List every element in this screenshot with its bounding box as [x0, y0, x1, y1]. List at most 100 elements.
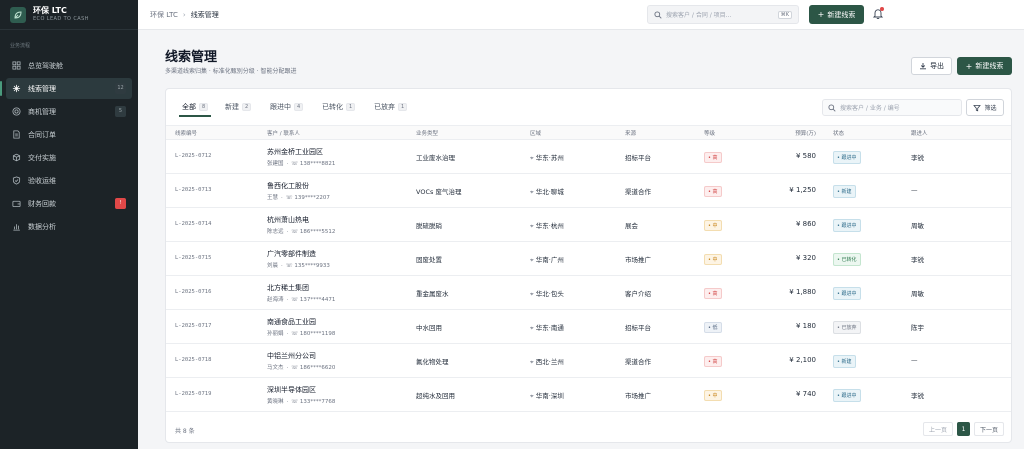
lead-code[interactable]: L-2025-0714 [175, 221, 211, 227]
tab-1[interactable]: 新建 2 [225, 102, 252, 112]
lead-code[interactable]: L-2025-0716 [175, 289, 211, 295]
business-type: 工业废水治理 [416, 154, 455, 162]
lead-code[interactable]: L-2025-0718 [175, 357, 211, 363]
search-icon [828, 103, 836, 112]
contact-phone: 137****4471 [299, 297, 336, 303]
table-row[interactable]: L-2025-0715 广汽零部件制造 刘晨 · ☏ 135****9933 固废处置 ⌖ … [166, 242, 1011, 276]
status-badge: • 跟进中 [833, 389, 861, 402]
contact-name: 张建国 [267, 161, 284, 167]
sidebar-item-0[interactable]: 总览驾驶舱 [6, 55, 132, 76]
document-icon [11, 130, 21, 140]
region-label: 华北·包头 [535, 290, 564, 298]
budget: ¥ 740 [795, 390, 816, 398]
table-row[interactable]: L-2025-0713 鲁西化工股份 王慧 · ☏ 139****2207 VOCs 废气… [166, 174, 1011, 208]
sidebar-item-7[interactable]: 数据分析 [6, 216, 132, 237]
map-pin-icon: ⌖ [530, 358, 534, 366]
contact-name: 刘晨 [267, 263, 279, 269]
region-label: 华北·聊城 [535, 188, 564, 196]
tab-3[interactable]: 已转化 1 [322, 102, 356, 112]
sidebar-item-label: 财务回款 [28, 199, 56, 208]
status-badge: • 已转化 [833, 253, 861, 266]
phone-icon: ☏ [291, 297, 299, 303]
search-icon [654, 10, 662, 19]
budget: ¥ 580 [795, 152, 816, 160]
tab-2[interactable]: 跟进中 4 [270, 102, 304, 112]
wallet-icon [11, 199, 21, 209]
table-row[interactable]: L-2025-0712 苏州金桥工业园区张建国 · ☏ 138****8821 工业废水… [166, 140, 1011, 174]
table-row[interactable]: L-2025-0717 南通食品工业园 孙丽娟 · ☏ 180****1198 中水回用 ⌖… [166, 310, 1011, 344]
export-button[interactable]: 导出 [911, 57, 952, 75]
total-count: 共 8 条 [175, 428, 195, 435]
customer-name[interactable]: 鲁西化工股份 [267, 181, 309, 191]
owner: 李锐 [911, 392, 924, 400]
phone-icon: ☏ [291, 365, 299, 371]
business-type: 重金属废水 [416, 290, 449, 298]
table-row[interactable]: L-2025-0718 中铝兰州分公司 马文杰 · ☏ 186****6620 氟化物处理… [166, 344, 1011, 378]
sidebar-item-2[interactable]: 商机管理 5 [6, 101, 132, 122]
customer-name[interactable]: 南通食品工业园 [267, 317, 316, 327]
sidebar-item-5[interactable]: 验收运维 [6, 170, 132, 191]
nav-badge: 12 [115, 83, 126, 94]
business-type: 氟化物处理 [416, 358, 449, 366]
target-icon [11, 107, 21, 117]
status-badge: • 已放弃 [833, 321, 861, 334]
customer-name[interactable]: 杭州萧山热电 [267, 215, 309, 225]
filter-button[interactable]: 筛选 [966, 99, 1004, 116]
customer-name[interactable]: 中铝兰州分公司 [267, 351, 316, 361]
phone-icon: ☏ [291, 161, 299, 167]
business-type: 脱硫脱硝 [416, 222, 442, 230]
sidebar-item-label: 交付实施 [28, 153, 56, 162]
budget: ¥ 1,250 [789, 186, 816, 194]
lead-code[interactable]: L-2025-0715 [175, 255, 211, 261]
customer-name[interactable]: 深圳半导体园区 [267, 385, 316, 395]
lead-search-input[interactable]: 搜索客户 / 业务 / 编号 [822, 99, 962, 116]
top-new-lead-label: 新建线索 [827, 10, 856, 19]
source: 渠道合作 [625, 188, 651, 196]
status-label: 已转化 [841, 257, 857, 263]
new-lead-button[interactable]: + 新建线索 [957, 57, 1012, 75]
priority-badge: • 中 [704, 254, 722, 265]
next-page-button[interactable]: 下一页 [974, 422, 1004, 436]
status-label: 新建 [841, 189, 852, 195]
separator-dot: · [286, 331, 289, 337]
contact-info: 张建国 · ☏ 138****8821 [267, 159, 335, 167]
tab-label: 已转化 [322, 103, 343, 111]
customer-name[interactable]: 北方稀土集团 [267, 283, 309, 293]
lead-code[interactable]: L-2025-0713 [175, 187, 211, 193]
sidebar-item-label: 商机管理 [28, 107, 56, 116]
contact-phone: 135****9933 [294, 263, 330, 269]
business-type: 固废处置 [416, 256, 442, 264]
sidebar-item-6[interactable]: 财务回款! [6, 193, 132, 214]
sidebar-item-3[interactable]: 合同订单 [6, 124, 132, 145]
tab-0[interactable]: 全部 8 [178, 102, 212, 117]
tab-4[interactable]: 已放弃 1 [374, 102, 408, 112]
breadcrumb-root[interactable]: 环保 LTC [150, 11, 178, 19]
sidebar-item-4[interactable]: 交付实施 [6, 147, 132, 168]
table-row[interactable]: L-2025-0714 杭州萧山热电 陈志远 · ☏ 186****5512 脱硫脱硝 ⌖ … [166, 208, 1011, 242]
chevron-right-icon: › [182, 10, 186, 19]
separator-dot: · [286, 161, 289, 167]
lead-code[interactable]: L-2025-0717 [175, 323, 211, 329]
contact-info: 黄晓琳 · ☏ 133****7768 [267, 397, 335, 405]
table-row[interactable]: L-2025-0719 深圳半导体园区 黄晓琳 · ☏ 133****7768 超纯水及回… [166, 378, 1011, 412]
priority-badge: • 中 [704, 390, 722, 401]
global-search-input[interactable]: 搜索客户 / 合同 / 项目... ⌘K [647, 5, 799, 24]
customer-name[interactable]: 广汽零部件制造 [267, 249, 316, 259]
map-pin-icon: ⌖ [530, 188, 534, 196]
priority-label: 高 [712, 189, 718, 195]
top-new-lead-button[interactable]: + 新建线索 [809, 5, 864, 24]
lead-code[interactable]: L-2025-0712 [175, 153, 211, 159]
table-row[interactable]: L-2025-0716 北方稀土集团 赵海涛 · ☏ 137****4471 重金属废水 ⌖… [166, 276, 1011, 310]
bar-chart-icon [11, 222, 21, 232]
lead-code[interactable]: L-2025-0719 [175, 391, 211, 397]
prev-page-button[interactable]: 上一页 [923, 422, 953, 436]
customer-name[interactable]: 苏州金桥工业园区 [267, 147, 323, 157]
sidebar-item-1[interactable]: 线索管理 12 [0, 78, 132, 99]
priority-badge: • 低 [704, 322, 722, 333]
notification-dot [880, 7, 884, 11]
contact-phone: 186****5512 [299, 229, 336, 235]
filter-label: 筛选 [984, 105, 997, 112]
package-icon [11, 153, 21, 163]
export-label: 导出 [930, 62, 944, 70]
page-1-button[interactable]: 1 [957, 422, 970, 436]
